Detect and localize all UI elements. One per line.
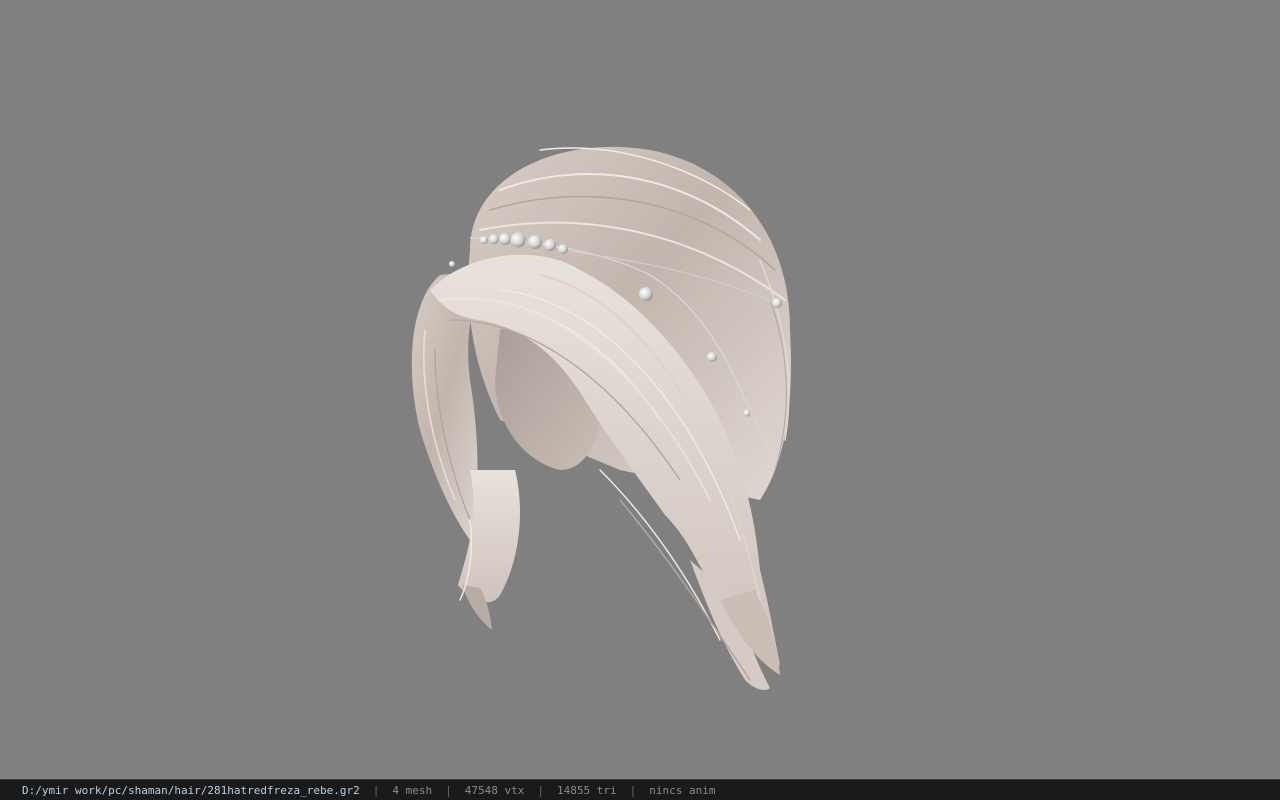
pearl [449,261,455,267]
pearl [489,234,499,244]
status-bar: D:/ymir work/pc/shaman/hair/281hatredfre… [0,779,1280,800]
animation-status: nincs anim [649,783,716,797]
pearl [499,233,511,245]
pearl [528,235,542,249]
pearl [772,298,782,308]
mesh-count: 4 mesh [392,783,433,797]
pearl [743,409,751,417]
pearl [480,236,488,244]
hair-model-render[interactable] [0,0,1280,779]
separator: | [372,783,380,797]
pearl [544,239,556,251]
pearl [558,244,568,254]
pearl [510,232,526,248]
file-path: D:/ymir work/pc/shaman/hair/281hatredfre… [22,783,360,797]
3d-viewport[interactable] [0,0,1280,779]
separator: | [629,783,637,797]
separator: | [537,783,544,797]
pearl [707,352,717,362]
separator: | [445,783,452,797]
vertex-count: 47548 vtx [464,783,525,797]
pearl [639,287,653,301]
triangle-count: 14855 tri [557,783,617,797]
